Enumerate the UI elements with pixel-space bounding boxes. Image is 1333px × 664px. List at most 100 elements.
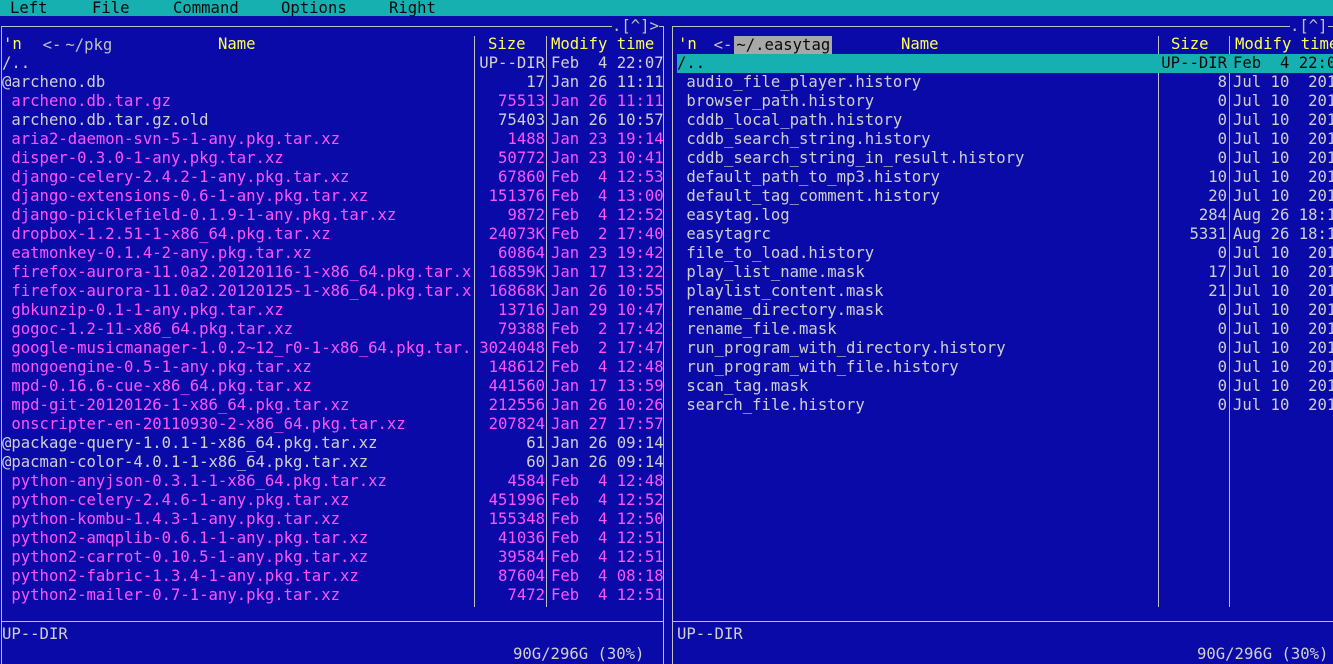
file-mtime: Jul 10 201 — [1233, 301, 1333, 319]
left-panel[interactable]: <- ~/pkg .[^]> 'n Name Size Modify time /… — [0, 16, 666, 664]
file-row[interactable]: @package-query-1.0.1-1-x86_64.pkg.tar.xz… — [2, 434, 663, 453]
file-row[interactable]: django-celery-2.4.2-1-any.pkg.tar.xz 6786… — [2, 168, 663, 187]
file-row[interactable]: @pacman-color-4.0.1-1-x86_64.pkg.tar.xz 6… — [2, 453, 663, 472]
file-row[interactable]: @archeno.db 17 Jan 26 11:11 — [2, 73, 663, 92]
file-row[interactable]: playlist_content.mask 21 Jul 10 201 — [677, 282, 1333, 301]
file-row[interactable]: cddb_search_string_in_result.history 0 Jul… — [677, 149, 1333, 168]
menu-command[interactable]: Command — [173, 0, 239, 16]
file-name: @package-query-1.0.1-1-x86_64.pkg.tar.xz — [2, 434, 378, 452]
file-mtime: Jan 27 17:57 — [551, 415, 663, 433]
file-size: 3024048 — [479, 339, 545, 357]
file-row[interactable]: cddb_search_string.history 0 Jul 10 201 — [677, 130, 1333, 149]
file-mtime: Jul 10 201 — [1233, 149, 1333, 167]
file-name: file_to_load.history — [677, 244, 875, 262]
file-mtime: Feb 4 12:48 — [551, 358, 663, 376]
file-mtime: Feb 4 12:50 — [551, 510, 663, 528]
file-size: 17 — [526, 73, 545, 91]
column-header-sort[interactable]: 'n — [3, 35, 22, 54]
parent-dir-row[interactable]: /.. UP--DIR Feb 4 22:0 — [677, 54, 1333, 73]
right-panel[interactable]: <- ~/.easytag .[^] 'n Name Size Modify ti… — [671, 16, 1333, 664]
file-size: 41036 — [498, 529, 545, 547]
file-mtime: Jan 23 10:41 — [551, 149, 663, 167]
file-size: 0 — [1217, 92, 1227, 110]
left-panel-corner-controls[interactable]: .[^]> — [612, 17, 659, 36]
column-header-mtime[interactable]: Modify time — [551, 35, 654, 54]
file-name: rename_file.mask — [677, 320, 837, 338]
file-row[interactable]: gbkunzip-0.1-1-any.pkg.tar.xz 13716 Jan 29… — [2, 301, 663, 320]
file-size: 10 — [1208, 168, 1227, 186]
file-row[interactable]: aria2-daemon-svn-5-1-any.pkg.tar.xz 1488 J… — [2, 130, 663, 149]
file-row[interactable]: easytagrc 5331 Aug 26 18:1 — [677, 225, 1333, 244]
file-row[interactable]: python-anyjson-0.3.1-1-x86_64.pkg.tar.xz… — [2, 472, 663, 491]
menu-left[interactable]: Left — [10, 0, 48, 16]
file-mtime: Jul 10 201 — [1233, 92, 1333, 110]
file-size: 0 — [1217, 358, 1227, 376]
file-row[interactable]: mpd-git-20120126-1-x86_64.pkg.tar.xz 2125… — [2, 396, 663, 415]
file-row[interactable]: python2-mailer-0.7-1-any.pkg.tar.xz 7472 F… — [2, 586, 663, 605]
file-row[interactable]: disper-0.3.0-1-any.pkg.tar.xz 50772 Jan 23… — [2, 149, 663, 168]
file-row[interactable]: browser_path.history 0 Jul 10 201 — [677, 92, 1333, 111]
file-row[interactable]: default_path_to_mp3.history 10 Jul 10 201 — [677, 168, 1333, 187]
file-name: python-celery-2.4.6-1-any.pkg.tar.xz — [2, 491, 350, 509]
file-name: python2-amqplib-0.6.1-1-any.pkg.tar.xz — [2, 529, 369, 547]
file-row[interactable]: python2-carrot-0.10.5-1-any.pkg.tar.xz 39… — [2, 548, 663, 567]
file-row[interactable]: firefox-aurora-11.0a2.20120125-1-x86_64.… — [2, 282, 663, 301]
column-header-sort[interactable]: 'n — [678, 35, 697, 54]
file-mtime: Jul 10 201 — [1233, 168, 1333, 186]
right-panel-corner-controls[interactable]: .[^] — [1290, 17, 1328, 36]
menu-options[interactable]: Options — [281, 0, 347, 16]
file-row[interactable]: django-extensions-0.6-1-any.pkg.tar.xz 15… — [2, 187, 663, 206]
back-arrow-icon[interactable]: <- — [40, 36, 64, 54]
file-row[interactable]: run_program_with_file.history 0 Jul 10 201 — [677, 358, 1333, 377]
file-row[interactable]: easytag.log 284 Aug 26 18:1 — [677, 206, 1333, 225]
file-mtime: Jan 17 13:59 — [551, 377, 663, 395]
file-name: python2-fabric-1.3.4-1-any.pkg.tar.xz — [2, 567, 359, 585]
file-row[interactable]: python2-amqplib-0.6.1-1-any.pkg.tar.xz 41… — [2, 529, 663, 548]
menu-right[interactable]: Right — [389, 0, 436, 16]
file-row[interactable]: archeno.db.tar.gz.old 75403 Jan 26 10:57 — [2, 111, 663, 130]
file-row[interactable]: python-kombu-1.4.3-1-any.pkg.tar.xz 15534… — [2, 510, 663, 529]
file-row[interactable]: rename_directory.mask 0 Jul 10 201 — [677, 301, 1333, 320]
back-arrow-icon[interactable]: <- — [711, 36, 735, 54]
file-row[interactable]: python2-fabric-1.3.4-1-any.pkg.tar.xz 876… — [2, 567, 663, 586]
parent-dir-row[interactable]: /.. UP--DIR Feb 4 22:07 — [2, 54, 663, 73]
file-mtime: Jan 26 09:14 — [551, 453, 663, 471]
column-header-size[interactable]: Size — [488, 35, 526, 54]
file-row[interactable]: search_file.history 0 Jul 10 201 — [677, 396, 1333, 415]
file-row[interactable]: audio_file_player.history 8 Jul 10 201 — [677, 73, 1333, 92]
file-row[interactable]: mongoengine-0.5-1-any.pkg.tar.xz 148612 Fe… — [2, 358, 663, 377]
file-size: 4584 — [507, 472, 545, 490]
file-row[interactable]: django-picklefield-0.1.9-1-any.pkg.tar.x… — [2, 206, 663, 225]
file-row[interactable]: dropbox-1.2.51-1-x86_64.pkg.tar.xz 24073K… — [2, 225, 663, 244]
file-row[interactable]: google-musicmanager-1.0.2~12_r0-1-x86_64… — [2, 339, 663, 358]
file-size: UP--DIR — [479, 54, 545, 72]
file-row[interactable]: cddb_local_path.history 0 Jul 10 201 — [677, 111, 1333, 130]
left-panel-title[interactable]: <- ~/pkg — [3, 17, 115, 54]
file-row[interactable]: run_program_with_directory.history 0 Jul 1… — [677, 339, 1333, 358]
file-name: mpd-git-20120126-1-x86_64.pkg.tar.xz — [2, 396, 350, 414]
file-size: 5331 — [1189, 225, 1227, 243]
column-header-name[interactable]: Name — [901, 35, 939, 54]
file-row[interactable]: file_to_load.history 0 Jul 10 201 — [677, 244, 1333, 263]
file-row[interactable]: python-celery-2.4.6-1-any.pkg.tar.xz 4519… — [2, 491, 663, 510]
file-row[interactable]: scan_tag.mask 0 Jul 10 201 — [677, 377, 1333, 396]
file-size: 0 — [1217, 111, 1227, 129]
file-name: easytagrc — [677, 225, 771, 243]
column-header-size[interactable]: Size — [1171, 35, 1209, 54]
column-header-name[interactable]: Name — [218, 35, 256, 54]
file-row[interactable]: onscripter-en-20110930-2-x86_64.pkg.tar.… — [2, 415, 663, 434]
file-row[interactable]: rename_file.mask 0 Jul 10 201 — [677, 320, 1333, 339]
menu-file[interactable]: File — [92, 0, 130, 16]
file-row[interactable]: play_list_name.mask 17 Jul 10 201 — [677, 263, 1333, 282]
column-header-mtime[interactable]: Modify time — [1235, 35, 1333, 54]
right-panel-title[interactable]: <- ~/.easytag — [674, 17, 833, 54]
file-row[interactable]: firefox-aurora-11.0a2.20120116-1-x86_64.… — [2, 263, 663, 282]
file-row[interactable]: archeno.db.tar.gz 75513 Jan 26 11:11 — [2, 92, 663, 111]
file-row[interactable]: mpd-0.16.6-cue-x86_64.pkg.tar.xz 441560 Ja… — [2, 377, 663, 396]
file-size: 1488 — [507, 130, 545, 148]
file-row[interactable]: gogoc-1.2-11-x86_64.pkg.tar.xz 79388 Feb 2… — [2, 320, 663, 339]
file-row[interactable]: eatmonkey-0.1.4-2-any.pkg.tar.xz 60864 Jan… — [2, 244, 663, 263]
file-row[interactable]: default_tag_comment.history 20 Jul 10 201 — [677, 187, 1333, 206]
file-size: 451996 — [488, 491, 545, 509]
file-size: 75513 — [498, 92, 545, 110]
